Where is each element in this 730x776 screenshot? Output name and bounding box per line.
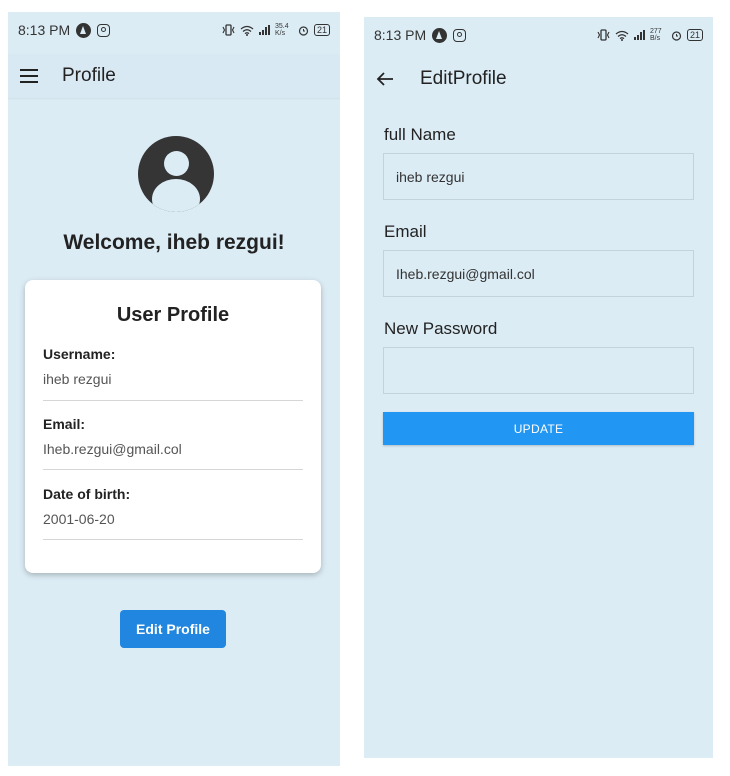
alarm-icon: [671, 30, 682, 41]
email-label: Email: [384, 222, 427, 241]
vibrate-icon: [222, 24, 235, 36]
user-profile-card: User Profile Username: iheb rezgui Email…: [25, 280, 321, 573]
network-speed: 35.4 K/s: [274, 23, 289, 37]
alarm-icon: [298, 25, 309, 36]
battery-level: 21: [313, 24, 330, 36]
app-bar: Profile: [8, 54, 340, 98]
wifi-icon: [240, 25, 254, 36]
welcome-message: Welcome, iheb rezgui!: [63, 231, 285, 254]
wifi-icon: [615, 30, 629, 41]
email-input[interactable]: Iheb.rezgui@gmail.col: [383, 250, 694, 297]
status-bar: 8:13 PM 35.4 K/s 21: [8, 12, 340, 48]
divider: [43, 400, 303, 401]
full-name-input[interactable]: iheb rezgui: [383, 153, 694, 200]
divider: [43, 539, 303, 540]
status-time: 8:13 PM: [374, 27, 427, 43]
email-value: Iheb.rezgui@gmail.col: [43, 441, 182, 457]
network-speed: 277 B/s: [649, 28, 662, 42]
app-notification-icon: [432, 27, 448, 43]
status-time: 8:13 PM: [18, 22, 71, 38]
account-circle-icon: [138, 136, 214, 212]
page-title: EditProfile: [420, 68, 507, 89]
username-value: iheb rezgui: [43, 371, 112, 387]
dob-value: 2001-06-20: [43, 511, 115, 527]
update-button[interactable]: UPDATE: [383, 412, 694, 445]
email-label: Email:: [43, 416, 86, 432]
arrow-back-icon[interactable]: [376, 71, 394, 87]
card-title: User Profile: [116, 304, 230, 326]
status-icons: 35.4 K/s 21: [222, 23, 330, 37]
status-icons: 277 B/s 21: [597, 28, 703, 42]
profile-screen: 8:13 PM 35.4 K/s 21 Profile Welcome, ihe…: [8, 12, 340, 766]
new-password-input[interactable]: [383, 347, 694, 394]
menu-icon[interactable]: [20, 69, 38, 83]
edit-profile-button[interactable]: Edit Profile: [120, 610, 226, 648]
edit-profile-screen: 8:13 PM 277 B/s 21 EditProfile full Name…: [364, 17, 713, 758]
instagram-notification-icon: [97, 23, 111, 37]
signal-icon: [258, 25, 270, 35]
username-label: Username:: [43, 346, 116, 362]
status-bar: 8:13 PM 277 B/s 21: [364, 17, 713, 53]
page-title: Profile: [62, 65, 116, 86]
vibrate-icon: [597, 29, 610, 41]
divider: [43, 469, 303, 470]
signal-icon: [633, 30, 645, 40]
new-password-label: New Password: [384, 319, 498, 338]
full-name-label: full Name: [384, 125, 456, 144]
dob-label: Date of birth:: [43, 486, 131, 502]
battery-level: 21: [686, 29, 703, 41]
instagram-notification-icon: [453, 28, 467, 42]
app-notification-icon: [76, 22, 92, 38]
app-bar: EditProfile: [364, 59, 713, 99]
